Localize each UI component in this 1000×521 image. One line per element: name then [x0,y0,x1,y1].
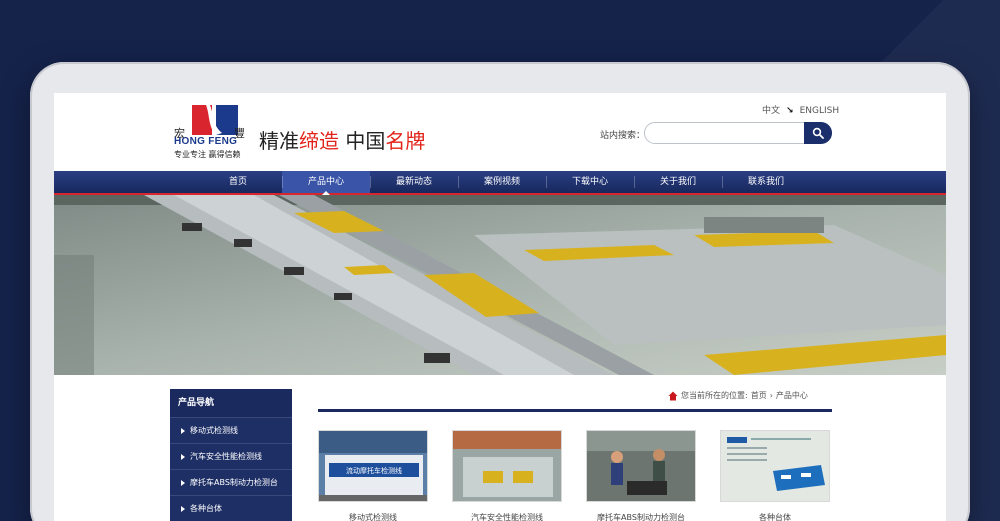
product-thumbnail[interactable] [586,430,696,502]
site-header: 宏 豐 HONG FENG 专业专注 赢得信赖 精准缔造 中国名牌 中文 ↘ ENG… [54,93,946,171]
search-icon [812,127,824,139]
sidebar-item[interactable]: 各种台体 [170,495,292,521]
browser-screen: 宏 豐 HONG FENG 专业专注 赢得信赖 精准缔造 中国名牌 中文 ↘ ENG… [54,93,946,521]
lang-separator-icon: ↘ [786,106,794,116]
product-caption[interactable]: 摩托车ABS制动力检测台 [586,512,696,521]
slogan-part1: 精准 [259,129,299,153]
nav-item[interactable]: 关于我们 [634,171,722,193]
logo[interactable]: 宏 豐 HONG FENG 专业专注 赢得信赖 [174,105,256,163]
product-thumbnail[interactable]: 流动摩托车检测线 [318,430,428,502]
search-input[interactable] [645,123,805,143]
breadcrumb-current: 产品中心 [775,391,808,400]
lang-english-link[interactable]: ENGLISH [800,106,840,116]
search-label: 站内搜索： [600,131,646,141]
product-thumbnail[interactable] [720,430,830,502]
product-sidebar: 产品导航 移动式检测线 汽车安全性能检测线 摩托车ABS制动力检测台 各种台体 [170,389,292,521]
product-caption[interactable]: 移动式检测线 [318,512,428,521]
product-card[interactable]: 汽车安全性能检测线 [452,430,562,521]
nav-item[interactable]: 最新动态 [370,171,458,193]
nav-item[interactable]: 下载中心 [546,171,634,193]
product-caption[interactable]: 各种台体 [720,512,830,521]
nav-item[interactable]: 产品中心 [282,171,370,195]
product-card[interactable]: 各种台体 [720,430,830,521]
hero-photo [54,195,946,375]
slogan-part4: 名牌 [385,129,426,153]
logo-en-text: HONG FENG [174,136,238,147]
slogan-part2: 缔造 [299,129,339,153]
sidebar-item[interactable]: 摩托车ABS制动力检测台 [170,469,292,495]
breadcrumb-home-link[interactable]: 首页 [751,390,767,401]
product-thumbnail[interactable] [452,430,562,502]
nav-item[interactable]: 案例视频 [458,171,546,193]
language-switch: 中文 ↘ ENGLISH [762,103,839,116]
logo-mark-icon [192,105,238,135]
hero-banner-image [54,195,946,375]
product-thumb-text: 流动摩托车检测线 [346,466,402,475]
sidebar-title: 产品导航 [170,389,292,417]
main-nav: 首页 产品中心 最新动态 案例视频 下载中心 关于我们 联系我们 [54,171,946,195]
search-button[interactable] [804,122,832,144]
breadcrumb-prefix: 您当前所在的位置: [681,391,748,400]
slogan-part3: 中国 [345,129,386,153]
nav-item[interactable]: 联系我们 [722,171,810,193]
logo-tagline: 专业专注 赢得信赖 [174,150,241,159]
nav-item[interactable]: 首页 [194,171,282,193]
slogan: 精准缔造 中国名牌 [259,125,425,154]
sidebar-item[interactable]: 移动式检测线 [170,417,292,443]
sidebar-item[interactable]: 汽车安全性能检测线 [170,443,292,469]
product-grid: 流动摩托车检测线 移动式检测线 汽车安全性能检测线 摩托车ABS制动力检测台 各… [318,430,832,521]
product-card[interactable]: 流动摩托车检测线 移动式检测线 [318,430,428,521]
product-caption[interactable]: 汽车安全性能检测线 [452,512,562,521]
home-icon [668,391,678,400]
breadcrumb: 您当前所在的位置: 首页 › 产品中心 [668,390,808,401]
product-card[interactable]: 摩托车ABS制动力检测台 [586,430,696,521]
lang-chinese-link[interactable]: 中文 [762,106,780,116]
section-divider [318,409,832,412]
breadcrumb-separator-icon: › [769,391,773,400]
